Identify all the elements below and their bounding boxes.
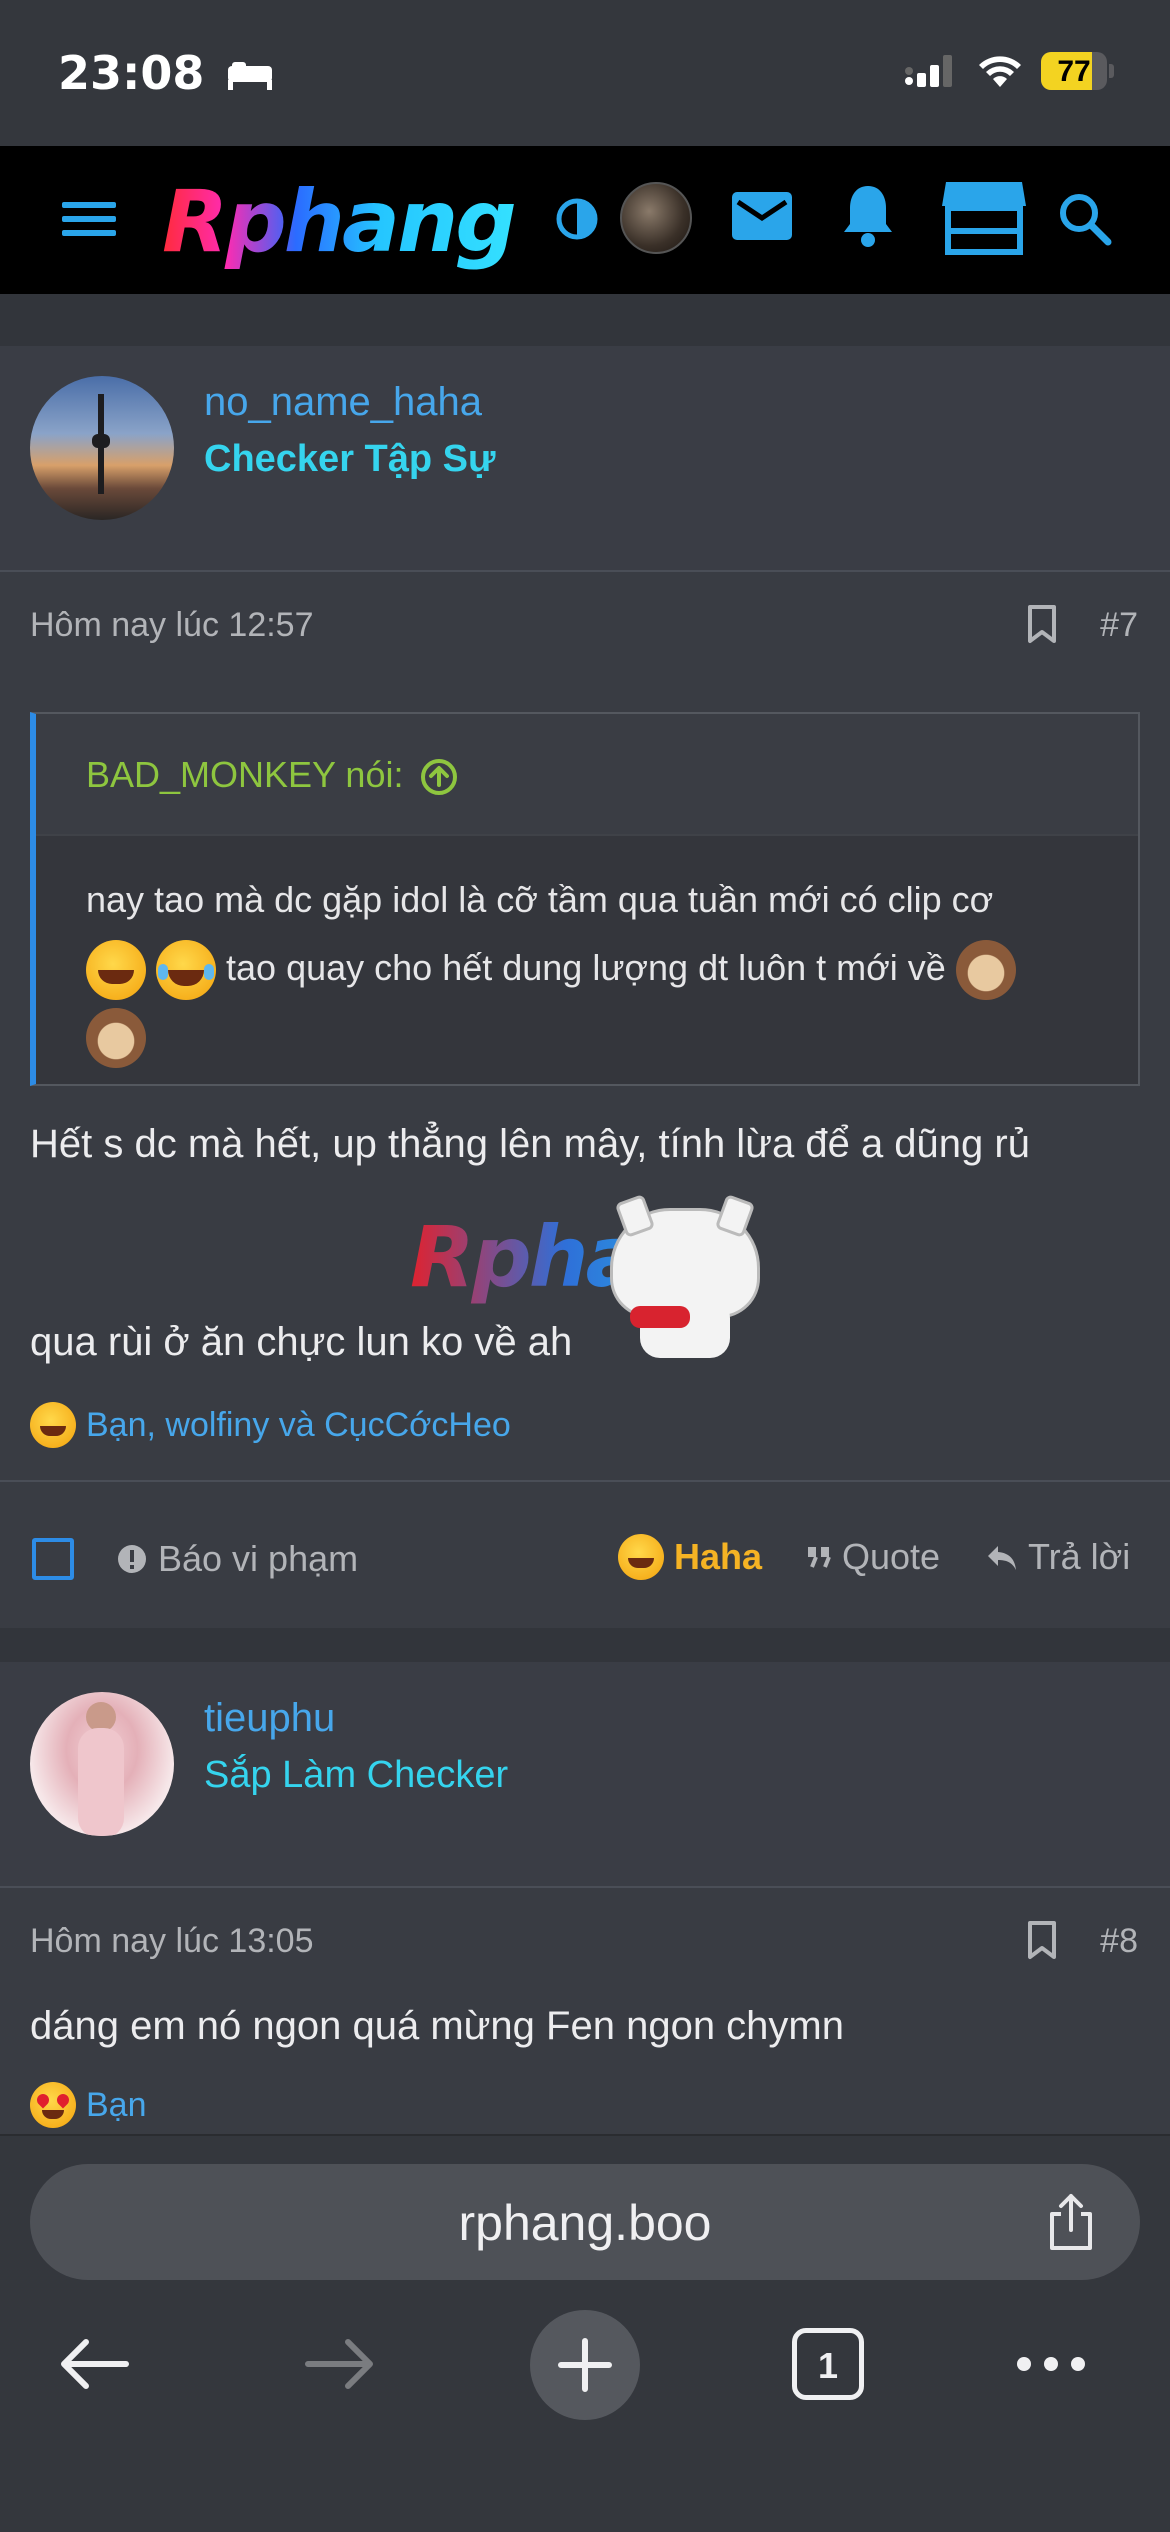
quote-body: nay tao mà dc gặp idol là cỡ tầm qua tuầ… xyxy=(36,834,1138,1084)
bell-icon[interactable] xyxy=(840,182,896,248)
reply-button[interactable]: Trả lời xyxy=(986,1536,1130,1578)
post-actions: Báo vi phạm Haha Quote Trả lời xyxy=(0,1480,1170,1628)
post-author-bar: tieuphu Sắp Làm Checker xyxy=(0,1662,1170,1888)
quote-text: nay tao mà dc gặp idol là cỡ tầm qua tuầ… xyxy=(86,866,1096,1070)
quote-block: BAD_MONKEY nói: nay tao mà dc gặp idol l… xyxy=(30,712,1140,1086)
sleep-mode-icon xyxy=(228,61,273,90)
post-body-line: dáng em nó ngon quá mừng Fen ngon chymn xyxy=(30,2004,844,2048)
store-icon[interactable] xyxy=(940,178,1028,256)
rofl-emoji-icon xyxy=(30,1402,76,1448)
cellular-signal-icon xyxy=(905,55,952,87)
new-tab-button[interactable] xyxy=(530,2310,640,2420)
address-bar[interactable]: rphang.boo xyxy=(30,2164,1140,2280)
cat-sticker-icon xyxy=(600,1188,770,1358)
author-username[interactable]: no_name_haha xyxy=(204,380,482,425)
menu-icon[interactable] xyxy=(60,194,120,244)
mail-icon[interactable] xyxy=(730,188,794,244)
bookmark-icon[interactable] xyxy=(1026,1920,1058,1960)
warning-icon xyxy=(118,1545,146,1573)
user-avatar[interactable] xyxy=(620,182,692,254)
site-header: Rphang xyxy=(0,146,1170,294)
wifi-icon xyxy=(979,56,1021,87)
post-author-bar: no_name_haha Checker Tập Sự xyxy=(0,346,1170,572)
report-button[interactable]: Báo vi phạm xyxy=(116,1538,358,1580)
reaction-summary[interactable]: Bạn xyxy=(30,2082,147,2128)
laughing-emoji-icon xyxy=(156,940,217,1001)
author-title: Sắp Làm Checker xyxy=(204,1754,509,1796)
rofl-emoji-icon xyxy=(618,1534,664,1580)
author-avatar[interactable] xyxy=(30,376,174,520)
battery-indicator: 77 xyxy=(1041,52,1114,90)
heart-eyes-emoji-icon xyxy=(30,2082,76,2128)
url-text[interactable]: rphang.boo xyxy=(30,2194,1140,2252)
status-indicators: 77 xyxy=(903,52,1114,90)
arrow-up-circle-icon[interactable] xyxy=(419,757,459,797)
reaction-summary[interactable]: Bạn, wolfiny và CụcCớcHeo xyxy=(30,1402,511,1448)
post-timestamp[interactable]: Hôm nay lúc 12:57 xyxy=(30,606,314,645)
bookmark-icon[interactable] xyxy=(1026,604,1058,644)
select-checkbox[interactable] xyxy=(32,1538,74,1580)
contrast-icon[interactable] xyxy=(554,196,600,242)
more-options-icon[interactable] xyxy=(1014,2352,1088,2376)
author-title: Checker Tập Sự xyxy=(204,438,496,480)
post-number[interactable]: #8 xyxy=(1100,1922,1138,1961)
forward-arrow-icon[interactable] xyxy=(302,2332,378,2396)
rofl-emoji-icon xyxy=(86,940,146,1001)
tab-count: 1 xyxy=(817,2345,839,2386)
post-body-line: qua rùi ở ăn chực lun ko về ah xyxy=(30,1320,573,1364)
quote-icon xyxy=(808,1547,831,1568)
post-body-line: Hết s dc mà hết, up thẳng lên mây, tính … xyxy=(30,1122,1030,1166)
status-time: 23:08 xyxy=(58,46,274,100)
plus-icon xyxy=(558,2338,612,2392)
search-icon[interactable] xyxy=(1056,190,1114,248)
author-username[interactable]: tieuphu xyxy=(204,1696,335,1741)
site-logo[interactable]: Rphang xyxy=(162,172,517,272)
share-icon[interactable] xyxy=(1044,2192,1098,2252)
see-no-evil-monkey-icon xyxy=(955,940,1016,1001)
quote-author[interactable]: BAD_MONKEY nói: xyxy=(86,754,459,797)
tabs-button[interactable]: 1 xyxy=(792,2328,864,2400)
browser-toolbar: rphang.boo 1 xyxy=(0,2134,1170,2532)
back-arrow-icon[interactable] xyxy=(56,2332,132,2396)
reply-icon xyxy=(988,1546,1016,1570)
status-bar: 23:08 77 xyxy=(0,0,1170,146)
reaction-button[interactable]: Haha xyxy=(618,1534,762,1580)
quote-button[interactable]: Quote xyxy=(806,1536,940,1578)
post-timestamp[interactable]: Hôm nay lúc 13:05 xyxy=(30,1922,314,1961)
see-no-evil-monkey-icon xyxy=(86,1008,146,1069)
post-number[interactable]: #7 xyxy=(1100,606,1138,645)
author-avatar[interactable] xyxy=(30,1692,174,1836)
